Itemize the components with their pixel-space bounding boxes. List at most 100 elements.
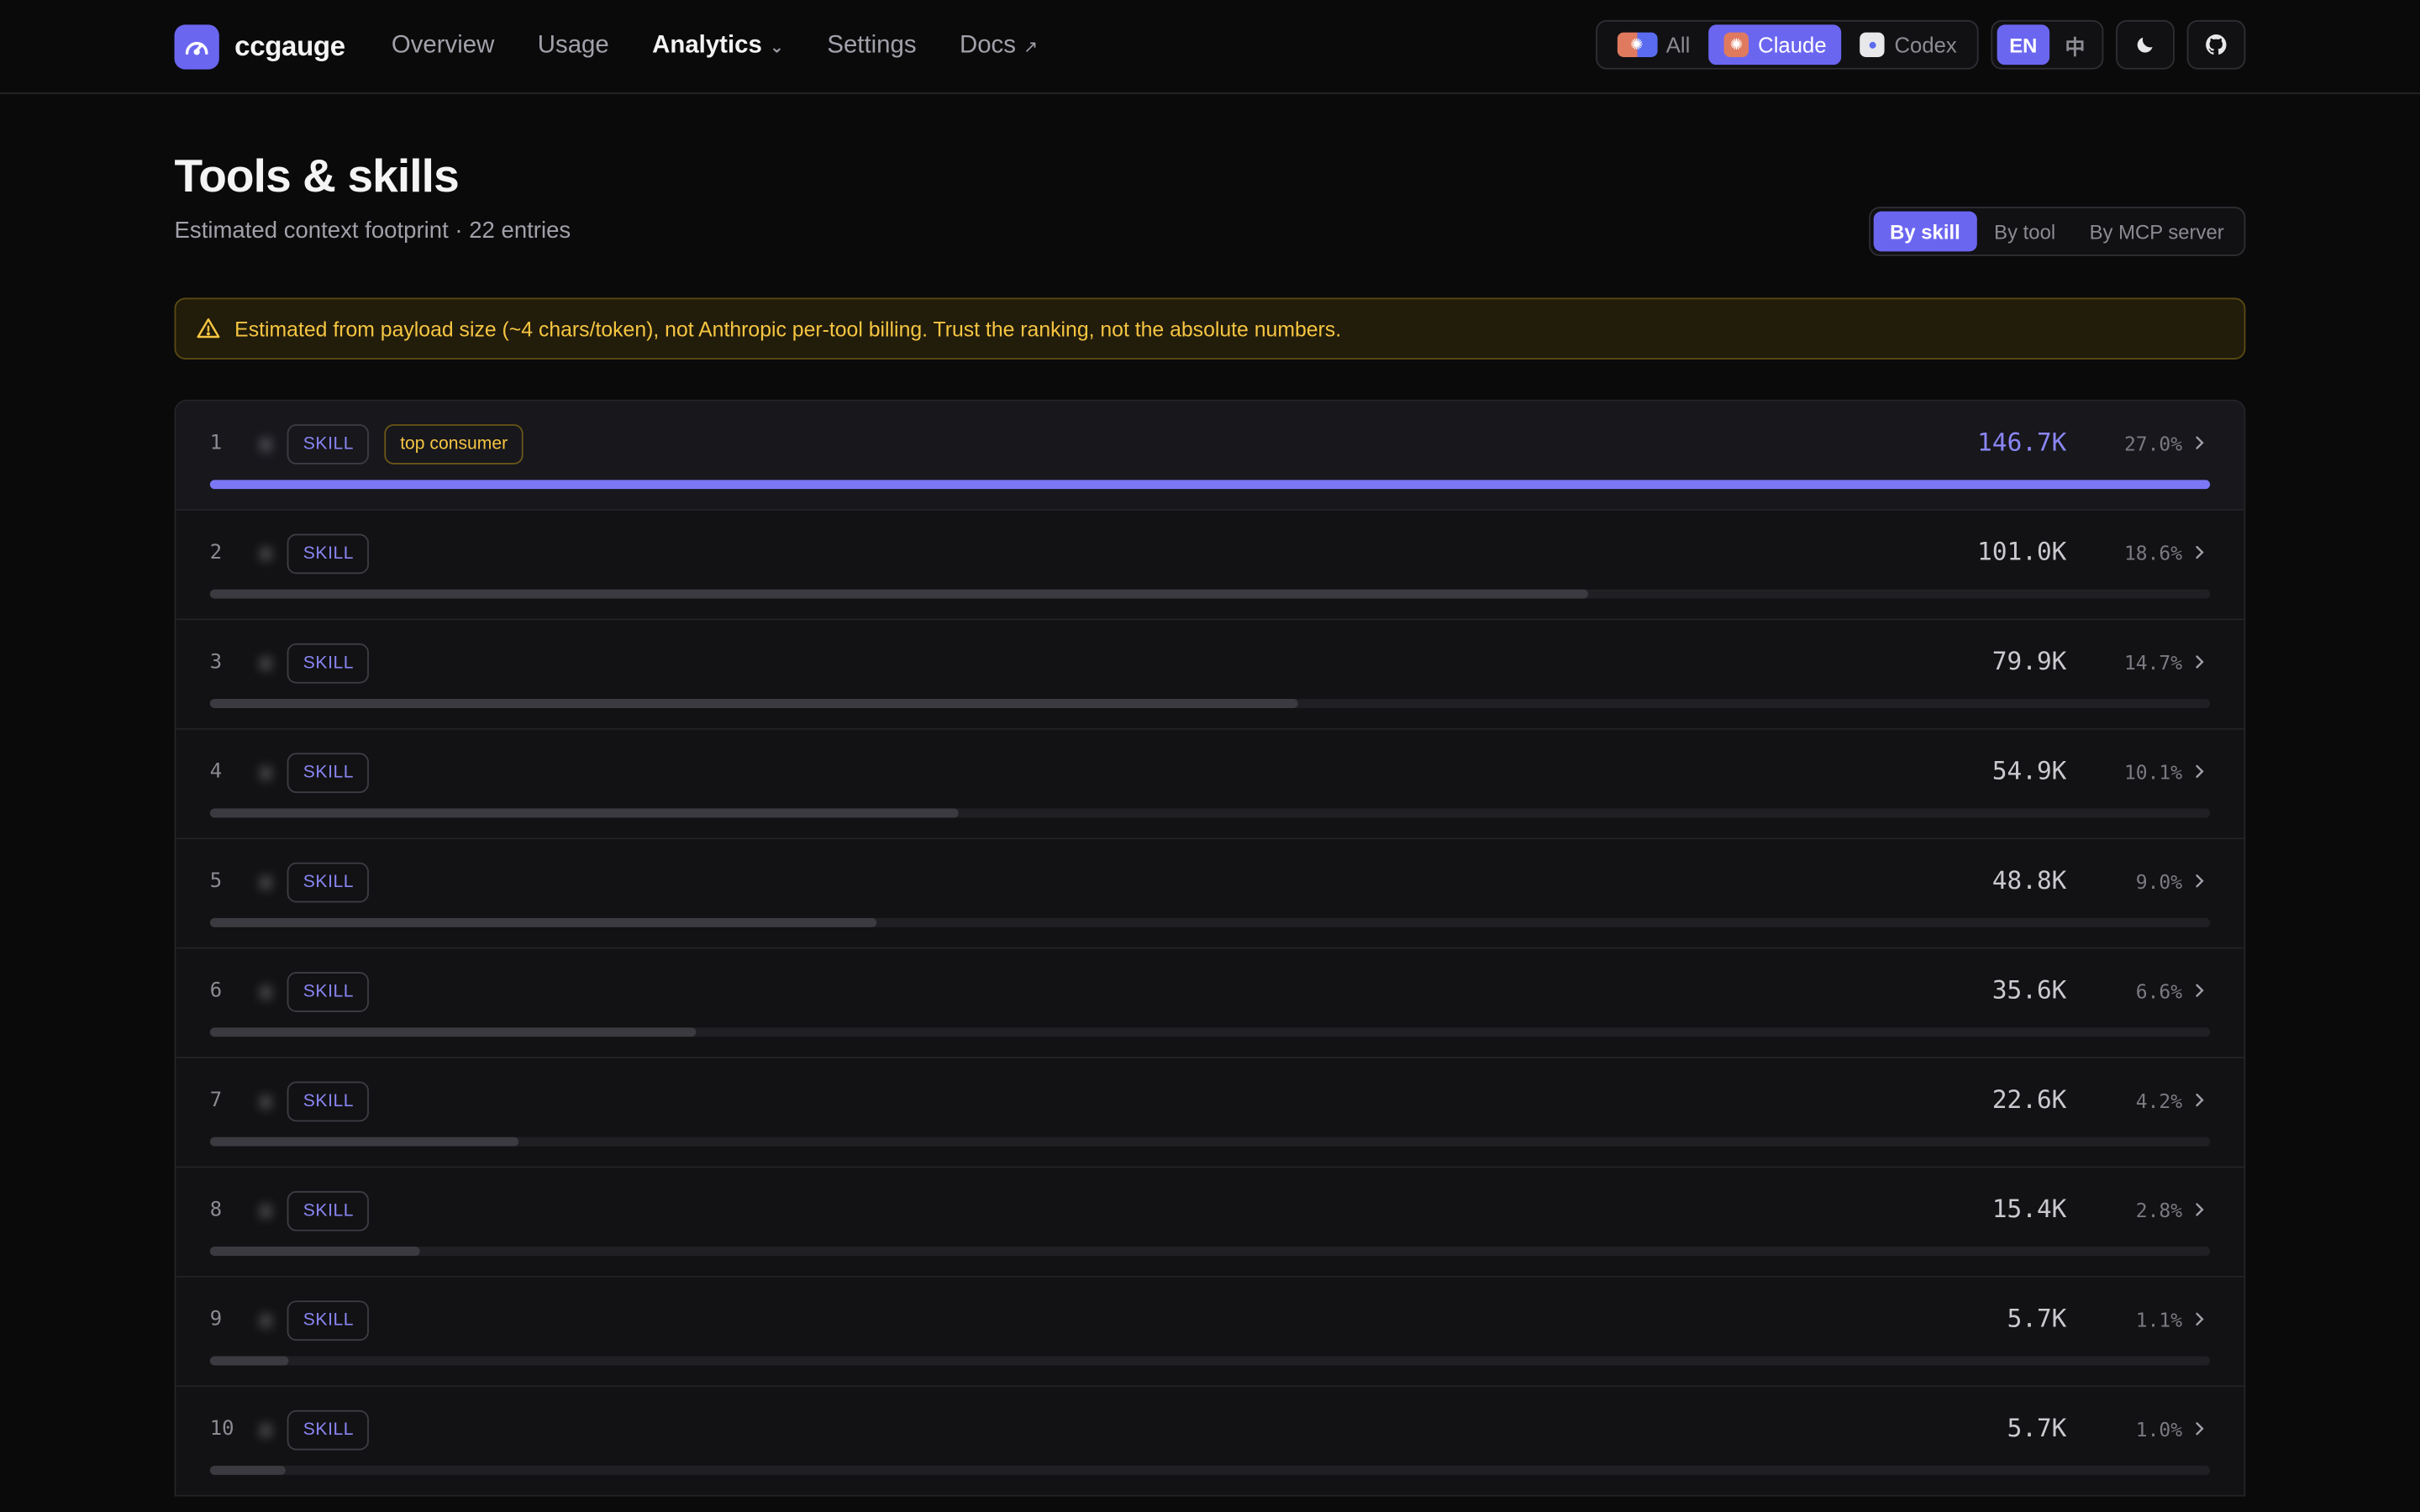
row-rank: 1	[209, 432, 223, 455]
skills-list: 1 x SKILL top consumer 146.7K 27.0% 2 x …	[174, 399, 2246, 1497]
row-rank: 8	[209, 1199, 223, 1222]
theme-toggle-button[interactable]	[2116, 19, 2175, 70]
list-item[interactable]: 6 x SKILL 35.6K 6.6%	[176, 948, 2244, 1058]
lang-zh-button[interactable]: 中	[2053, 24, 2097, 65]
source-filter: ✺ All ✺ Claude ● Codex	[1595, 19, 1979, 70]
chevron-right-icon[interactable]	[2190, 433, 2208, 452]
nav-settings[interactable]: Settings	[827, 33, 916, 60]
view-by-skill-button[interactable]: By skill	[1872, 211, 1977, 252]
gauge-logo-icon[interactable]	[174, 24, 219, 69]
row-rank: 2	[209, 541, 223, 565]
nav-analytics[interactable]: Analytics ⌄	[652, 33, 784, 60]
all-sources-icon: ✺	[1616, 32, 1657, 57]
chevron-right-icon[interactable]	[2190, 543, 2208, 562]
list-item[interactable]: 8 x SKILL 15.4K 2.8%	[176, 1168, 2244, 1278]
chevron-right-icon[interactable]	[2190, 1310, 2208, 1328]
nav-docs[interactable]: Docs ↗	[960, 33, 1038, 60]
github-icon	[2206, 34, 2227, 55]
nav-usage[interactable]: Usage	[538, 33, 609, 60]
view-by-tool-button[interactable]: By tool	[1977, 212, 2072, 252]
external-link-icon: ↗	[1023, 37, 1039, 57]
source-claude-button[interactable]: ✺ Claude	[1708, 24, 1843, 66]
usage-bar	[209, 1027, 2211, 1037]
list-item[interactable]: 2 x SKILL 101.0K 18.6%	[176, 510, 2244, 621]
usage-bar	[209, 1137, 2211, 1147]
list-item[interactable]: 1 x SKILL top consumer 146.7K 27.0%	[176, 401, 2244, 511]
row-name-group: x SKILL	[260, 1299, 370, 1342]
brand-name[interactable]: ccgauge	[234, 30, 345, 63]
chevron-right-icon[interactable]	[2190, 653, 2208, 671]
top-consumer-badge: top consumer	[384, 424, 523, 465]
row-percent: 1.0%	[2135, 1417, 2183, 1441]
moon-icon	[2137, 37, 2153, 53]
notice-text: Estimated from payload size (~4 chars/to…	[234, 317, 1342, 340]
list-item[interactable]: 7 x SKILL 22.6K 4.2%	[176, 1058, 2244, 1168]
nav-overview[interactable]: Overview	[392, 33, 494, 60]
row-percent: 27.0%	[2123, 432, 2183, 455]
row-percent: 9.0%	[2135, 869, 2183, 894]
row-name: x	[259, 1199, 273, 1224]
source-codex-button[interactable]: ● Codex	[1845, 24, 1972, 65]
nav-label: Usage	[537, 32, 609, 59]
row-tokens: 146.7K	[1977, 427, 2067, 457]
row-name-group: x SKILL	[260, 1080, 370, 1123]
chevron-right-icon[interactable]	[2190, 981, 2208, 1000]
list-item[interactable]: 9 x SKILL 5.7K 1.1%	[176, 1277, 2244, 1388]
skill-badge: SKILL	[287, 972, 370, 1012]
chevron-right-icon[interactable]	[2190, 1420, 2208, 1438]
row-name-group: x SKILL	[260, 533, 370, 575]
estimate-notice: Estimated from payload size (~4 chars/to…	[174, 297, 2246, 360]
chevron-right-icon[interactable]	[2190, 762, 2208, 780]
skill-badge: SKILL	[287, 424, 370, 465]
nav-label: Overview	[391, 32, 495, 59]
row-name: x	[259, 869, 273, 895]
list-item[interactable]: 3 x SKILL 79.9K 14.7%	[176, 620, 2244, 730]
lang-en-button[interactable]: EN	[1996, 24, 2050, 66]
row-tokens: 5.7K	[2007, 1304, 2067, 1333]
row-tokens: 35.6K	[1991, 974, 2067, 1005]
source-label: All	[1665, 32, 1691, 57]
list-item[interactable]: 5 x SKILL 48.8K 9.0%	[176, 839, 2244, 949]
usage-bar-fill	[209, 1137, 518, 1147]
page-subtitle: Estimated context footprint · 22 entries	[174, 217, 571, 244]
view-by-mcp-server-button[interactable]: By MCP server	[2072, 212, 2241, 252]
row-name: x	[259, 1089, 273, 1115]
list-item[interactable]: 4 x SKILL 54.9K 10.1%	[176, 729, 2244, 840]
row-tokens: 5.7K	[2007, 1413, 2067, 1443]
usage-bar-fill	[209, 808, 959, 818]
usage-bar	[209, 1465, 2211, 1475]
row-name: x	[259, 760, 273, 785]
skill-badge: SKILL	[287, 862, 370, 903]
usage-bar	[209, 1247, 2211, 1257]
chevron-right-icon[interactable]	[2190, 1091, 2208, 1110]
row-percent: 2.8%	[2135, 1199, 2183, 1222]
row-rank: 6	[209, 979, 223, 1003]
usage-bar-fill	[209, 589, 1588, 599]
skill-badge: SKILL	[287, 1410, 370, 1451]
codex-icon: ●	[1860, 32, 1886, 57]
row-rank: 3	[209, 651, 223, 675]
row-name: x	[259, 432, 273, 457]
nav-label: Docs	[959, 32, 1016, 59]
chevron-right-icon[interactable]	[2190, 872, 2208, 890]
row-name-group: x SKILL top consumer	[260, 423, 523, 465]
language-toggle: EN 中	[1991, 19, 2104, 70]
skill-badge: SKILL	[287, 1081, 370, 1122]
row-tokens: 54.9K	[1991, 755, 2067, 785]
nav-label: Analytics	[652, 32, 762, 59]
row-tokens: 48.8K	[1991, 865, 2067, 895]
source-all-button[interactable]: ✺ All	[1602, 24, 1706, 65]
row-name-group: x SKILL	[260, 642, 370, 685]
skill-badge: SKILL	[287, 533, 370, 575]
page-heading: Tools & skills Estimated context footpri…	[175, 151, 571, 244]
github-link-button[interactable]	[2186, 19, 2246, 70]
chevron-right-icon[interactable]	[2190, 1200, 2208, 1219]
top-bar: ccgauge Overview Usage Analytics ⌄ Setti…	[0, 0, 2420, 95]
nav-label: Settings	[827, 32, 917, 59]
main-nav: Overview Usage Analytics ⌄ Settings Docs…	[392, 33, 1081, 60]
skill-badge: SKILL	[287, 643, 370, 684]
list-item[interactable]: 10 x SKILL 5.7K 1.0%	[176, 1387, 2244, 1497]
row-percent: 6.6%	[2135, 979, 2183, 1003]
row-name-group: x SKILL	[260, 1189, 370, 1232]
row-name: x	[259, 541, 273, 567]
